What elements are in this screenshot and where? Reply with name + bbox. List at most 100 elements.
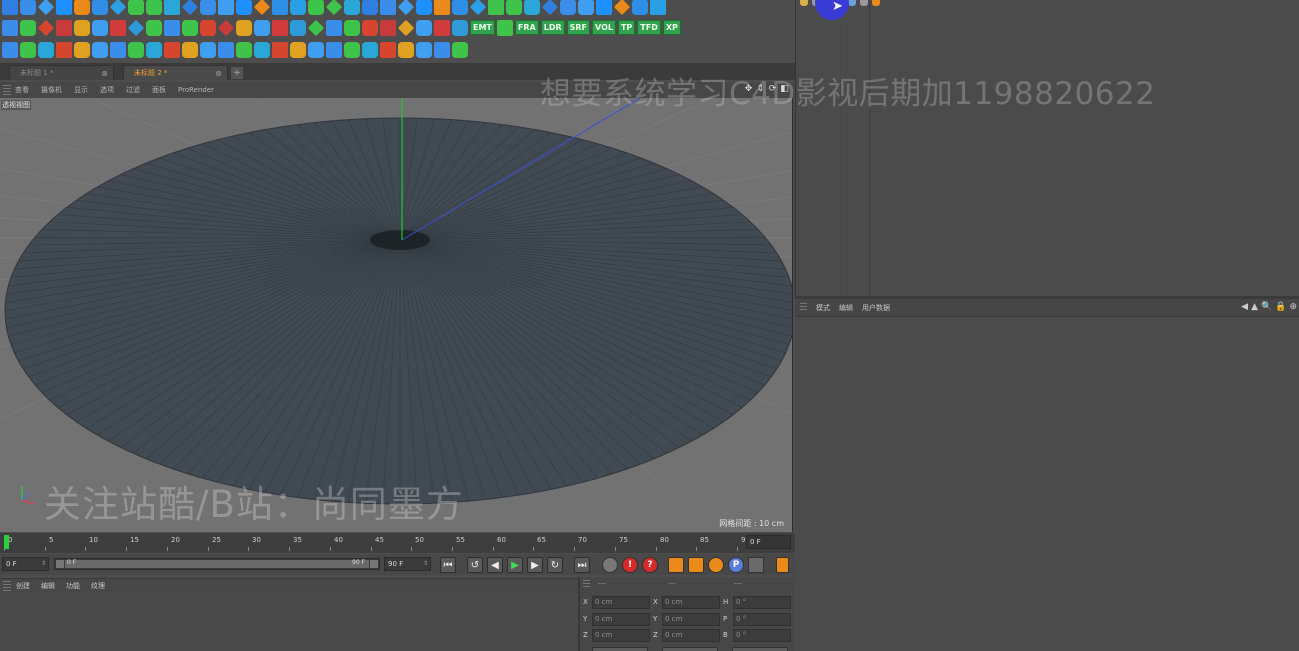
connect-icon[interactable]: [290, 19, 306, 36]
rotation-b-field[interactable]: 0 °: [733, 629, 791, 642]
coord-size-dropdown[interactable]: [662, 647, 718, 651]
menu-create[interactable]: 创建: [16, 581, 30, 591]
filter-icon[interactable]: [860, 0, 868, 6]
paint-icon[interactable]: [398, 41, 414, 58]
menu-mode[interactable]: 模式: [816, 303, 830, 313]
random-icon[interactable]: [488, 0, 504, 15]
shader-icon[interactable]: [416, 0, 432, 15]
menu-edit[interactable]: 编辑: [839, 303, 853, 313]
spline-icon[interactable]: [109, 0, 127, 15]
next-frame-button[interactable]: ▶: [527, 557, 543, 573]
mograph-icon[interactable]: [290, 0, 306, 15]
move-icon[interactable]: [2, 19, 18, 36]
tag-icon[interactable]: [380, 41, 396, 58]
timeline-end-field[interactable]: 0 F: [746, 535, 791, 549]
apply-button[interactable]: [732, 647, 788, 651]
knife-icon[interactable]: [92, 19, 108, 36]
bookmark-icon[interactable]: [872, 0, 880, 6]
tag-vol-button[interactable]: VOL: [592, 20, 616, 35]
group-icon[interactable]: [578, 0, 594, 15]
x-particles-icon[interactable]: [496, 19, 513, 36]
search-icon[interactable]: 🔍: [1261, 302, 1272, 313]
grip-handle[interactable]: [583, 579, 590, 589]
tab-document-2[interactable]: 未标题 2 * ⊗: [123, 65, 228, 80]
menu-options[interactable]: 选项: [100, 85, 114, 95]
metaball-icon[interactable]: [380, 19, 396, 36]
tag-tfd-button[interactable]: TFD: [637, 20, 661, 35]
live-select-icon[interactable]: [56, 19, 72, 36]
tag-emt-button[interactable]: EMT: [470, 20, 495, 35]
tag-tp-button[interactable]: TP: [617, 20, 636, 35]
attractor-icon[interactable]: [236, 41, 252, 58]
search-icon[interactable]: [848, 0, 856, 6]
up-arrow-icon[interactable]: ▲: [1251, 302, 1258, 313]
key-param-button[interactable]: P: [728, 557, 744, 573]
size-y-field[interactable]: 0 cm: [662, 613, 720, 626]
formula-icon[interactable]: [434, 0, 450, 15]
menu-display[interactable]: 显示: [74, 85, 88, 95]
sound-icon[interactable]: [596, 0, 612, 15]
position-x-field[interactable]: 0 cm: [592, 596, 650, 609]
deformer-icon[interactable]: [164, 0, 180, 15]
symmetry-icon[interactable]: [272, 19, 288, 36]
camera-icon[interactable]: [253, 0, 271, 15]
menu-user-data[interactable]: 用户数据: [862, 303, 890, 313]
key-rotation-icon[interactable]: [708, 557, 724, 573]
bridge-icon[interactable]: [146, 19, 162, 36]
python-icon[interactable]: [613, 0, 631, 15]
plain-icon[interactable]: [541, 0, 559, 15]
tag-ldr-button[interactable]: LDR: [540, 20, 565, 35]
current-frame-marker[interactable]: [4, 535, 9, 549]
text-icon[interactable]: [362, 41, 378, 58]
size-x-field[interactable]: 0 cm: [662, 596, 720, 609]
current-frame-field[interactable]: 0 F ⇕: [2, 557, 49, 571]
cylinder-icon[interactable]: [56, 0, 72, 15]
key-position-icon[interactable]: [668, 557, 684, 573]
volume-icon[interactable]: [397, 0, 415, 15]
weld-icon[interactable]: [164, 19, 180, 36]
menu-panel[interactable]: 面板: [152, 85, 166, 95]
matrix-icon[interactable]: [344, 0, 360, 15]
grip-handle[interactable]: [800, 303, 807, 312]
fracture-icon[interactable]: [325, 0, 343, 15]
bodypaint-icon[interactable]: [416, 41, 432, 58]
range-bar[interactable]: [65, 560, 369, 568]
rotate-icon[interactable]: [37, 19, 55, 36]
timeline-window-icon[interactable]: [776, 557, 789, 573]
particle-emitter-icon[interactable]: [200, 19, 216, 36]
sweep-icon[interactable]: [236, 19, 252, 36]
driver-icon[interactable]: [74, 41, 90, 58]
go-to-start-button[interactable]: ⏮: [440, 557, 456, 573]
position-y-field[interactable]: 0 cm: [592, 613, 650, 626]
brush-icon[interactable]: [200, 41, 216, 58]
reeffector-icon[interactable]: [632, 0, 648, 15]
cone-icon[interactable]: [74, 0, 90, 15]
grip-handle[interactable]: [3, 85, 11, 95]
particle-icon[interactable]: [146, 0, 162, 15]
tab-document-1[interactable]: 未标题 1 * ⊗: [9, 65, 114, 80]
hair-icon[interactable]: [416, 19, 432, 36]
material-manager-area[interactable]: [0, 594, 578, 651]
tag-xp-button[interactable]: XP: [662, 20, 681, 35]
attribute-manager[interactable]: [795, 316, 1299, 651]
previous-frame-button[interactable]: ◀: [487, 557, 503, 573]
new-window-icon[interactable]: ⊕: [1289, 302, 1297, 313]
export-icon[interactable]: [452, 41, 468, 58]
object-icon[interactable]: [2, 0, 18, 15]
extrude-icon[interactable]: [127, 19, 145, 36]
max-frame-field[interactable]: 90 F ⇕: [384, 557, 431, 571]
sphere-icon[interactable]: [20, 0, 36, 15]
add-tab-button[interactable]: +: [231, 67, 243, 79]
time-icon[interactable]: [524, 0, 540, 15]
stepper-icon[interactable]: ⇕: [41, 558, 46, 570]
lathe-icon[interactable]: [254, 19, 270, 36]
boolean-icon[interactable]: [217, 19, 235, 36]
delay-icon[interactable]: [452, 0, 468, 15]
menu-texture[interactable]: 纹理: [91, 581, 105, 591]
render-settings-icon[interactable]: [92, 0, 108, 15]
dynamics-icon[interactable]: [2, 41, 18, 58]
rotation-icon[interactable]: [308, 41, 324, 58]
polyreduce-icon[interactable]: [362, 19, 378, 36]
atom-icon[interactable]: [344, 19, 360, 36]
menu-filter[interactable]: 过滤: [126, 85, 140, 95]
